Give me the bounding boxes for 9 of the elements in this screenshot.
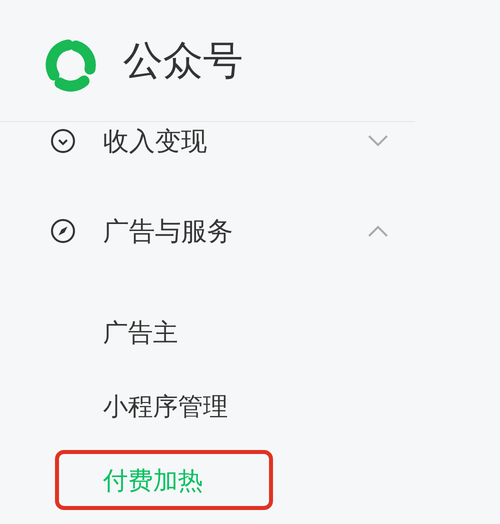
app-title: 公众号	[123, 37, 243, 86]
submenu-item[interactable]: 广告主	[55, 302, 273, 362]
circle-icon	[50, 128, 76, 154]
menu-item[interactable]: 广告与服务	[0, 201, 389, 261]
menu-item[interactable]: 收入变现	[0, 122, 389, 171]
compass-icon	[50, 218, 76, 244]
chevron-icon[interactable]	[367, 135, 389, 147]
chevron-icon[interactable]	[367, 225, 389, 237]
submenu-item[interactable]: 小程序管理	[55, 376, 273, 436]
